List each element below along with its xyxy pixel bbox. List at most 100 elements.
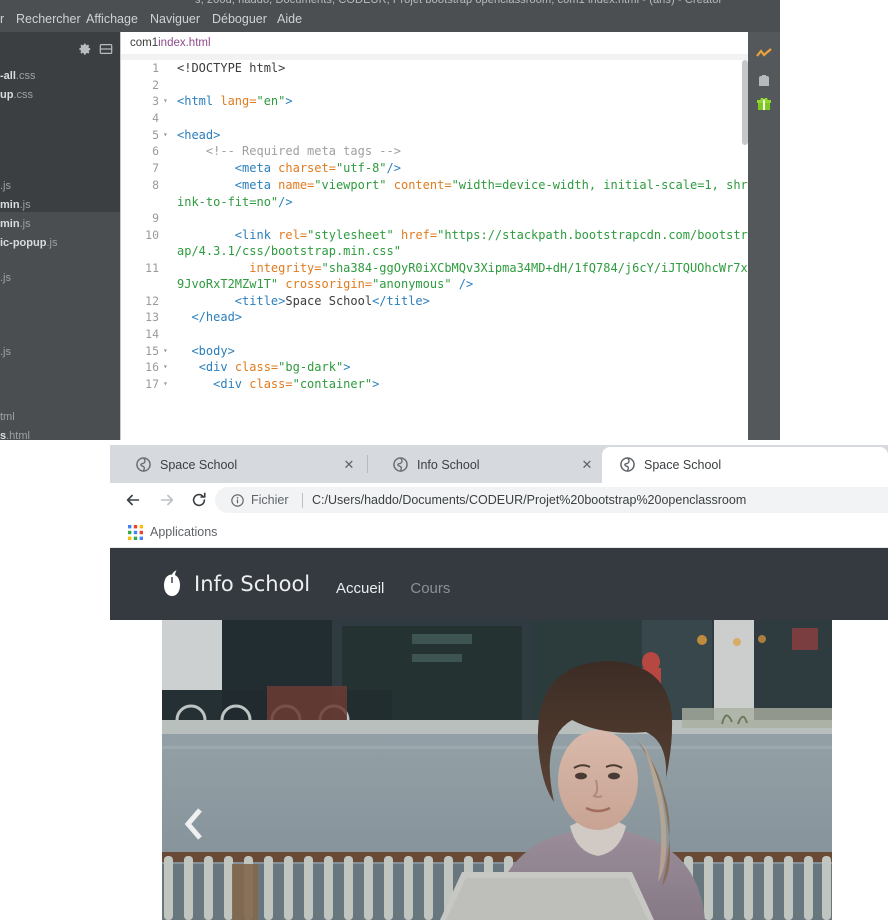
browser-tab-title: Space School	[160, 458, 238, 472]
nav-link-cours[interactable]: Cours	[410, 580, 450, 597]
menu-item-naviguer[interactable]: Naviguer	[150, 12, 200, 26]
line-number: 15	[145, 343, 159, 358]
code-text: </head>	[177, 310, 243, 325]
code-line: 12 <title>Space School</title>	[121, 293, 749, 310]
browser-tab-0[interactable]: Space School ✕	[118, 447, 358, 483]
squiggle-marker-icon[interactable]	[755, 46, 773, 62]
ide-menu-bar[interactable]: r Rechercher Affichage Naviguer Déboguer…	[0, 8, 780, 32]
code-line: 7 <meta charset="utf-8"/>	[121, 160, 749, 177]
fold-arrow-icon[interactable]: ▾	[163, 93, 172, 110]
code-text: <head>	[177, 127, 221, 142]
line-number: 12	[145, 293, 159, 308]
line-number: 11	[145, 260, 159, 275]
line-number: 1	[152, 61, 159, 75]
info-circle-icon[interactable]	[231, 494, 244, 507]
forward-arrow-icon[interactable]	[158, 491, 176, 509]
tree-item-8[interactable]: tml	[0, 411, 120, 423]
code-line: 2	[121, 77, 749, 94]
carousel[interactable]	[162, 620, 832, 920]
tree-item-name: -all	[0, 70, 16, 82]
tree-item-ext: tml	[0, 411, 15, 423]
ide-title-bar: s, 200d, haddo, Documents, CODEUR, Proje…	[0, 0, 780, 8]
browser-tab-1[interactable]: Info School ✕	[375, 447, 605, 483]
close-icon[interactable]: ✕	[580, 458, 594, 472]
code-text: <meta name="viewport" content="width=dev…	[177, 177, 748, 209]
editor-tab-index-html[interactable]: com1index.html	[130, 37, 211, 49]
code-text: <body>	[177, 343, 235, 358]
line-number: 5	[152, 127, 159, 142]
reload-icon[interactable]	[190, 491, 208, 509]
code-line: 1 <!DOCTYPE html>	[121, 60, 749, 77]
split-view-icon[interactable]	[99, 42, 113, 56]
computer-mouse-icon	[160, 570, 184, 598]
globe-favicon-icon	[393, 457, 408, 472]
code-text: <title>Space School</title>	[177, 293, 430, 308]
site-nav-links: Accueil Cours	[336, 580, 450, 597]
gear-icon[interactable]	[78, 42, 92, 56]
close-icon[interactable]: ✕	[342, 458, 356, 472]
back-arrow-icon[interactable]	[124, 491, 142, 509]
tree-item-2[interactable]: .js	[0, 180, 120, 192]
code-line: 4	[121, 110, 749, 127]
browser-tab-2[interactable]: Space School	[602, 447, 888, 483]
browser-window: Space School ✕ Info School ✕ Space Schoo…	[110, 445, 888, 920]
globe-favicon-icon	[136, 457, 151, 472]
address-divider	[302, 493, 303, 508]
tree-item-0[interactable]: -all.css	[0, 70, 120, 82]
browser-tab-bar: Space School ✕ Info School ✕ Space Schoo…	[110, 445, 888, 483]
code-editor[interactable]: 1 <!DOCTYPE html> 2 3 ▾ <html lang="en"> 4 5 ▾ <h…	[120, 60, 749, 440]
globe-favicon-icon	[620, 457, 635, 472]
tree-item-4[interactable]: min.js	[0, 218, 120, 230]
code-text: <!-- Required meta tags -->	[177, 144, 401, 159]
code-text: <html lang="en">	[177, 94, 293, 109]
tree-item-6[interactable]: .js	[0, 272, 120, 284]
gift-marker-icon[interactable]	[755, 96, 773, 112]
code-line: 5 ▾ <head>	[121, 127, 749, 144]
fold-arrow-icon[interactable]: ▾	[163, 376, 172, 393]
menu-item-0[interactable]: r	[0, 12, 4, 26]
menu-item-rechercher[interactable]: Rechercher	[16, 12, 81, 26]
line-number: 10	[145, 227, 159, 242]
fold-arrow-icon[interactable]: ▾	[163, 343, 172, 360]
tree-item-ext: .js	[46, 237, 58, 249]
code-line: 9	[121, 210, 749, 227]
editor-tab-prefix: com1	[130, 37, 159, 49]
rendered-page: Info School Accueil Cours	[110, 548, 888, 920]
tree-item-ext: .js	[0, 180, 11, 192]
apps-grid-icon[interactable]	[128, 525, 143, 540]
editor-tab-strip[interactable]	[120, 32, 749, 54]
address-scheme-label: Fichier	[251, 493, 289, 507]
bookmark-applications[interactable]: Applications	[150, 525, 217, 539]
tree-item-7[interactable]: .js	[0, 346, 120, 358]
tree-item-5[interactable]: ic-popup.js	[0, 237, 120, 249]
code-line: 11 integrity="sha384-ggOyR0iXCbMQv3Xipma…	[121, 260, 749, 293]
code-line: 14	[121, 326, 749, 343]
line-number: 17	[145, 376, 159, 391]
code-text: <link rel="stylesheet" href="https://sta…	[177, 227, 748, 259]
fold-arrow-icon[interactable]: ▾	[163, 127, 172, 144]
code-text: integrity="sha384-ggOyR0iXCbMQv3Xipma34M…	[177, 260, 748, 292]
tree-item-9[interactable]: s.html	[0, 430, 120, 440]
browser-tab-title: Space School	[644, 458, 722, 472]
editor-marker-strip[interactable]	[748, 32, 780, 440]
project-tree-panel[interactable]: -all.css up.css .js min.js min.js ic-pop…	[0, 60, 120, 440]
tree-item-name: ic-popup	[0, 237, 47, 249]
address-url-text[interactable]: C:/Users/haddo/Documents/CODEUR/Projet%2…	[312, 493, 882, 507]
code-line: 15 ▾ <body>	[121, 343, 749, 360]
tree-item-1[interactable]: up.css	[0, 89, 120, 101]
menu-item-deboguer[interactable]: Déboguer	[212, 12, 267, 26]
tree-item-name: min	[0, 199, 20, 211]
line-number: 13	[145, 310, 159, 325]
code-line: 13 </head>	[121, 309, 749, 326]
menu-item-aide[interactable]: Aide	[277, 12, 302, 26]
chevron-left-icon[interactable]	[182, 806, 208, 842]
tree-item-3[interactable]: min.js	[0, 199, 120, 211]
ide-window: s, 200d, haddo, Documents, CODEUR, Proje…	[0, 0, 780, 440]
line-number: 9	[152, 210, 159, 225]
bookmark-marker-icon[interactable]	[755, 72, 773, 88]
tree-item-ext: .css	[15, 70, 36, 82]
site-brand[interactable]: Info School	[160, 570, 310, 598]
menu-item-affichage[interactable]: Affichage	[86, 12, 138, 26]
fold-arrow-icon[interactable]: ▾	[163, 359, 172, 376]
nav-link-accueil[interactable]: Accueil	[336, 580, 384, 597]
